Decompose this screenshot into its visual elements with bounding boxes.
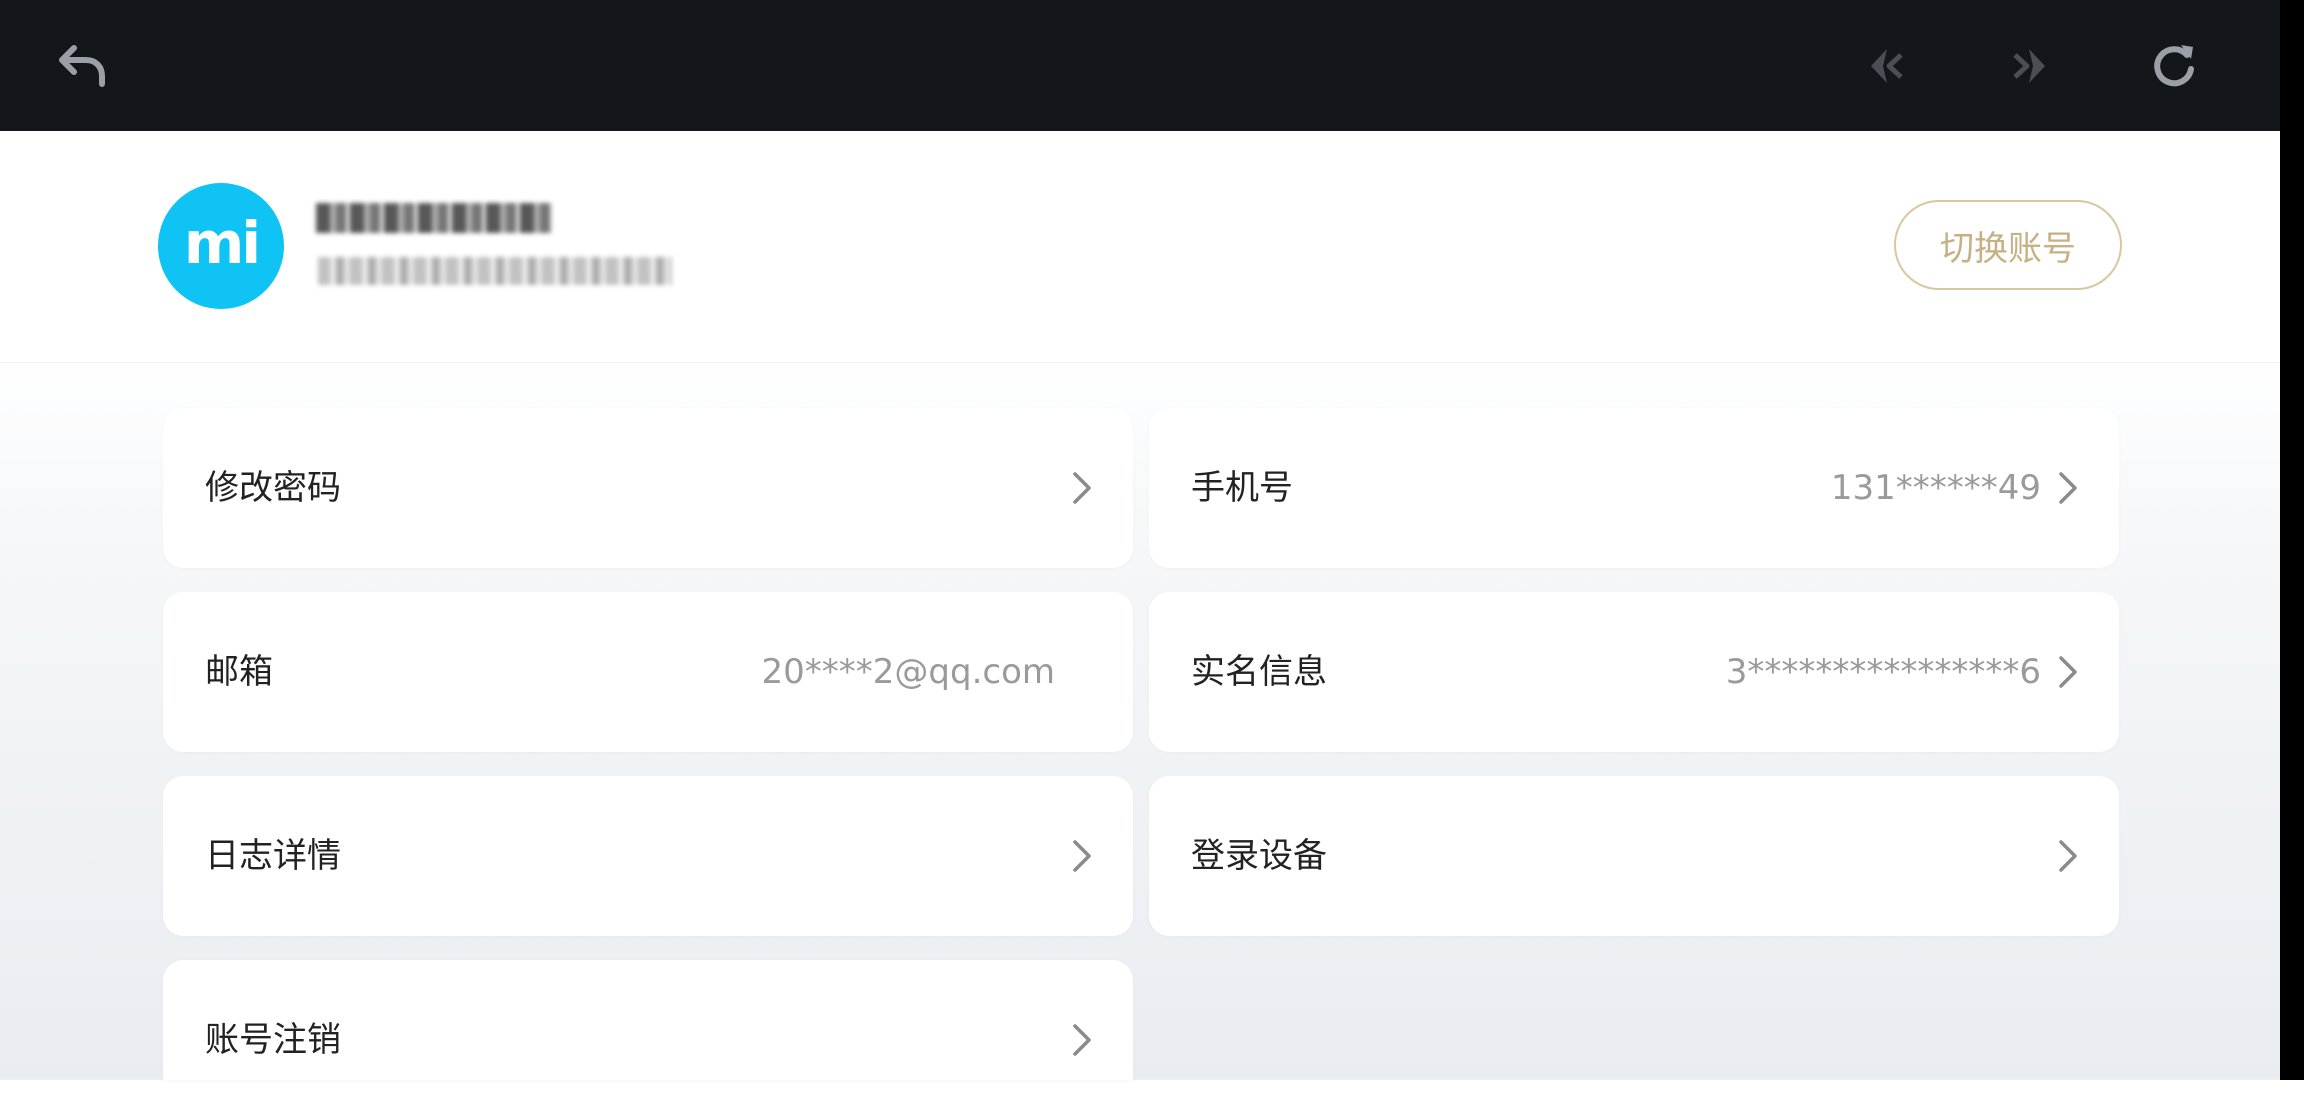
item-label: 日志详情 [205,836,341,876]
item-label: 登录设备 [1191,836,1327,876]
chevron-right-icon [1073,840,1091,872]
account-header: mi 切换账号 [0,131,2280,363]
account-id-blurred [318,257,672,285]
item-label: 邮箱 [205,652,273,692]
avatar-logo: mi [183,209,261,277]
nav-forward-icon[interactable] [2000,36,2060,96]
username-blurred [316,203,552,233]
chevron-right-icon [2059,840,2077,872]
delete-account-item[interactable]: 账号注销 [163,960,1133,1080]
login-devices-item[interactable]: 登录设备 [1149,776,2119,936]
chevron-right-icon [2059,656,2077,688]
refresh-icon[interactable] [2144,36,2204,96]
chevron-right-icon [2059,472,2077,504]
item-label: 实名信息 [1191,652,1327,692]
real-name-value: 3****************6 [1725,652,2041,692]
chevron-right-icon [1073,472,1091,504]
chevron-right-icon [1073,1024,1091,1056]
phone-number-value: 131******49 [1830,468,2041,508]
phone-number-item[interactable]: 手机号 131******49 [1149,408,2119,568]
top-toolbar [0,0,2280,131]
back-arrow-icon[interactable] [52,36,112,96]
email-value: 20****2@qq.com [761,652,1055,692]
item-label: 手机号 [1191,468,1293,508]
change-password-item[interactable]: 修改密码 [163,408,1133,568]
item-label: 账号注销 [205,1020,341,1060]
email-item[interactable]: 邮箱 20****2@qq.com [163,592,1133,752]
avatar[interactable]: mi [158,183,284,309]
item-label: 修改密码 [205,468,341,508]
log-details-item[interactable]: 日志详情 [163,776,1133,936]
screen-edge [2280,0,2304,1080]
real-name-info-item[interactable]: 实名信息 3****************6 [1149,592,2119,752]
nav-back-icon[interactable] [1856,36,1916,96]
switch-account-button[interactable]: 切换账号 [1894,200,2122,290]
